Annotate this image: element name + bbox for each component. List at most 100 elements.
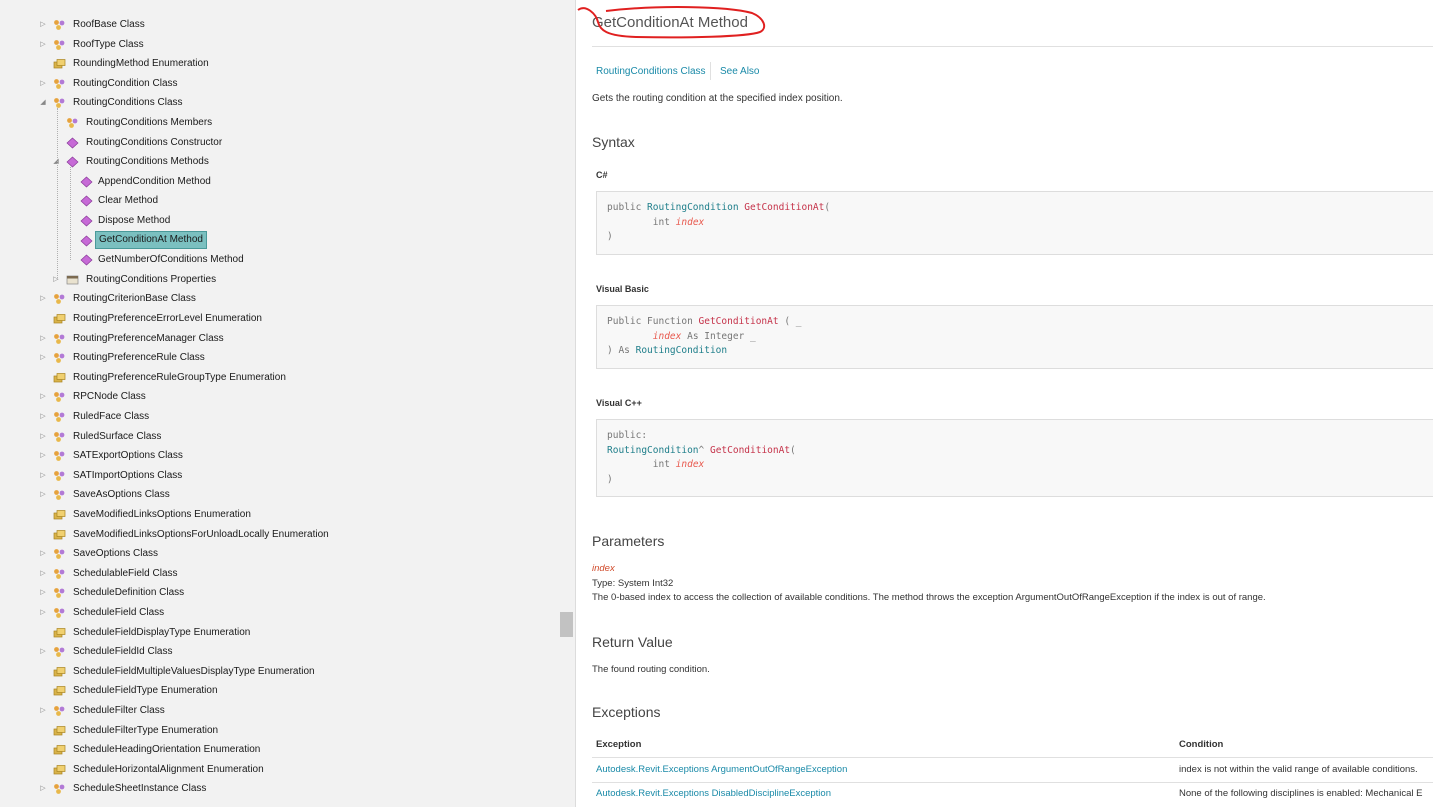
code-type-link[interactable]: RoutingCondition (607, 445, 699, 456)
tree-item-label[interactable]: ScheduleField Class (70, 604, 167, 622)
tree-item-label[interactable]: RoutingPreferenceManager Class (70, 330, 227, 348)
tree-item[interactable]: ScheduleHorizontalAlignment Enumeration (0, 761, 560, 779)
expand-toggle-icon[interactable]: ▷ (38, 702, 48, 720)
tree-item[interactable]: ▷ SATImportOptions Class (0, 467, 560, 485)
tree-item[interactable]: GetConditionAt Method (0, 230, 560, 250)
tree-item[interactable]: ▷ RoutingCondition Class (0, 75, 560, 93)
expand-toggle-icon[interactable]: ▷ (38, 486, 48, 504)
expand-toggle-icon[interactable]: ▷ (38, 388, 48, 406)
tree-item-label[interactable]: ScheduleHeadingOrientation Enumeration (70, 741, 263, 759)
tree-item[interactable]: ▷ ScheduleFieldId Class (0, 643, 560, 661)
tree-item-label[interactable]: RoundingMethod Enumeration (70, 55, 212, 73)
tree-item[interactable]: ▷ ScheduleFilter Class (0, 702, 560, 720)
tree-item[interactable]: Clear Method (0, 192, 560, 210)
tree-item[interactable]: ▷ SaveOptions Class (0, 545, 560, 563)
tree-item[interactable]: RoundingMethod Enumeration (0, 55, 560, 73)
expand-toggle-icon[interactable]: ▷ (38, 780, 48, 798)
tree-item-label[interactable]: GetNumberOfConditions Method (95, 251, 247, 269)
tree-item-label[interactable]: SaveModifiedLinksOptions Enumeration (70, 506, 254, 524)
tree-item-label[interactable]: RuledSurface Class (70, 428, 164, 446)
tree-item-label[interactable]: ScheduleDefinition Class (70, 584, 187, 602)
tree-item-label[interactable]: Clear Method (95, 192, 161, 210)
tree-item-label[interactable]: RoutingPreferenceErrorLevel Enumeration (70, 310, 265, 328)
tree-item[interactable]: ◢ RoutingConditions Methods (0, 153, 560, 171)
expand-toggle-icon[interactable]: ▷ (51, 271, 61, 289)
tree-item[interactable]: ▷ RoutingPreferenceRule Class (0, 349, 560, 367)
tree-item[interactable]: RoutingConditions Constructor (0, 134, 560, 152)
expand-toggle-icon[interactable]: ▷ (38, 330, 48, 348)
tree-item[interactable]: ▷ SaveAsOptions Class (0, 486, 560, 504)
expand-toggle-icon[interactable]: ▷ (38, 565, 48, 583)
see-also-link[interactable]: See Also (720, 66, 759, 77)
tree-item-label[interactable]: ScheduleHorizontalAlignment Enumeration (70, 761, 267, 779)
tree-item-label[interactable]: ScheduleFilter Class (70, 702, 168, 720)
tree-item-label[interactable]: SchedulableField Class (70, 565, 181, 583)
tree-item[interactable]: ▷ RoutingConditions Properties (0, 271, 560, 289)
tree-item-label[interactable]: ScheduleSheetInstance Class (70, 780, 209, 798)
expand-toggle-icon[interactable]: ▷ (38, 584, 48, 602)
tree-item[interactable]: ▷ ScheduleField Class (0, 604, 560, 622)
tree-item[interactable]: ▷ RPCNode Class (0, 388, 560, 406)
tree-item-label[interactable]: RoutingConditions Constructor (83, 134, 225, 152)
tree-item[interactable]: SaveModifiedLinksOptionsForUnloadLocally… (0, 526, 560, 544)
tree-item[interactable]: RoutingPreferenceRuleGroupType Enumerati… (0, 369, 560, 387)
tree-item-label[interactable]: RoutingPreferenceRuleGroupType Enumerati… (70, 369, 289, 387)
code-type-link[interactable]: RoutingCondition (647, 202, 739, 213)
tree-item[interactable]: GetNumberOfConditions Method (0, 251, 560, 269)
tree-item[interactable]: ▷ SchedulableField Class (0, 565, 560, 583)
expand-toggle-icon[interactable]: ▷ (38, 545, 48, 563)
tree-item[interactable]: ScheduleFieldType Enumeration (0, 682, 560, 700)
tree-item[interactable]: ▷ RoutingCriterionBase Class (0, 290, 560, 308)
tree-item-label[interactable]: RoutingConditions Properties (83, 271, 219, 289)
expand-toggle-icon[interactable]: ▷ (38, 604, 48, 622)
expand-toggle-icon[interactable]: ▷ (38, 75, 48, 93)
tree-item-label[interactable]: Dispose Method (95, 212, 173, 230)
tree-item-label[interactable]: GetConditionAt Method (95, 230, 207, 249)
tree-item-label[interactable]: AppendCondition Method (95, 173, 214, 191)
expand-toggle-icon[interactable]: ▷ (38, 36, 48, 54)
tree-item-label[interactable]: ScheduleFieldId Class (70, 643, 176, 661)
tree-item[interactable]: ▷ RuledSurface Class (0, 428, 560, 446)
tree-item-label[interactable]: RoofBase Class (70, 16, 148, 34)
tree-item[interactable]: ScheduleFilterType Enumeration (0, 722, 560, 740)
tree-item[interactable]: ▷ RoofType Class (0, 36, 560, 54)
expand-toggle-icon[interactable]: ▷ (38, 447, 48, 465)
tree-item[interactable]: AppendCondition Method (0, 173, 560, 191)
tree-item-label[interactable]: RoutingCriterionBase Class (70, 290, 199, 308)
expand-toggle-icon[interactable]: ▷ (38, 467, 48, 485)
tree-item-label[interactable]: RoutingConditions Members (83, 114, 215, 132)
tree-item-label[interactable]: SATImportOptions Class (70, 467, 185, 485)
tree-item-label[interactable]: RoutingConditions Class (70, 94, 186, 112)
tree-item-label[interactable]: RoutingPreferenceRule Class (70, 349, 208, 367)
expand-toggle-icon[interactable]: ▷ (38, 290, 48, 308)
tree-item[interactable]: ▷ SATExportOptions Class (0, 447, 560, 465)
tree-item-label[interactable]: SaveOptions Class (70, 545, 161, 563)
collapse-toggle-icon[interactable]: ◢ (38, 94, 48, 112)
tree-item[interactable]: ▷ RoutingPreferenceManager Class (0, 330, 560, 348)
sidebar-scrollbar-thumb[interactable] (560, 612, 573, 637)
tree-item[interactable]: ◢ RoutingConditions Class (0, 94, 560, 112)
tree-item-label[interactable]: RPCNode Class (70, 388, 149, 406)
tree-item-label[interactable]: RuledFace Class (70, 408, 152, 426)
collapse-toggle-icon[interactable]: ◢ (51, 153, 61, 171)
expand-toggle-icon[interactable]: ▷ (38, 16, 48, 34)
expand-toggle-icon[interactable]: ▷ (38, 428, 48, 446)
tree-item[interactable]: ▷ RuledFace Class (0, 408, 560, 426)
tree-item[interactable]: ▷ ScheduleSheetInstance Class (0, 780, 560, 798)
tree-item[interactable]: RoutingPreferenceErrorLevel Enumeration (0, 310, 560, 328)
tree-item[interactable]: SaveModifiedLinksOptions Enumeration (0, 506, 560, 524)
tree-item-label[interactable]: RoutingCondition Class (70, 75, 181, 93)
tree-item-label[interactable]: ScheduleFieldMultipleValuesDisplayType E… (70, 663, 318, 681)
expand-toggle-icon[interactable]: ▷ (38, 408, 48, 426)
tree-item[interactable]: RoutingConditions Members (0, 114, 560, 132)
tree-item[interactable]: ScheduleFieldDisplayType Enumeration (0, 624, 560, 642)
breadcrumb-parent-link[interactable]: RoutingConditions Class (596, 66, 706, 77)
tree-item[interactable]: ScheduleFieldMultipleValuesDisplayType E… (0, 663, 560, 681)
tree-item-label[interactable]: SaveModifiedLinksOptionsForUnloadLocally… (70, 526, 332, 544)
tree-item-label[interactable]: SaveAsOptions Class (70, 486, 173, 504)
tree-item-label[interactable]: ScheduleFilterType Enumeration (70, 722, 221, 740)
tree-item[interactable]: ▷ RoofBase Class (0, 16, 560, 34)
api-tree-sidebar[interactable]: ▷ RoofBase Class ▷ RoofType Class RoundingMe… (0, 0, 575, 807)
expand-toggle-icon[interactable]: ▷ (38, 643, 48, 661)
tree-item-label[interactable]: ScheduleFieldDisplayType Enumeration (70, 624, 253, 642)
